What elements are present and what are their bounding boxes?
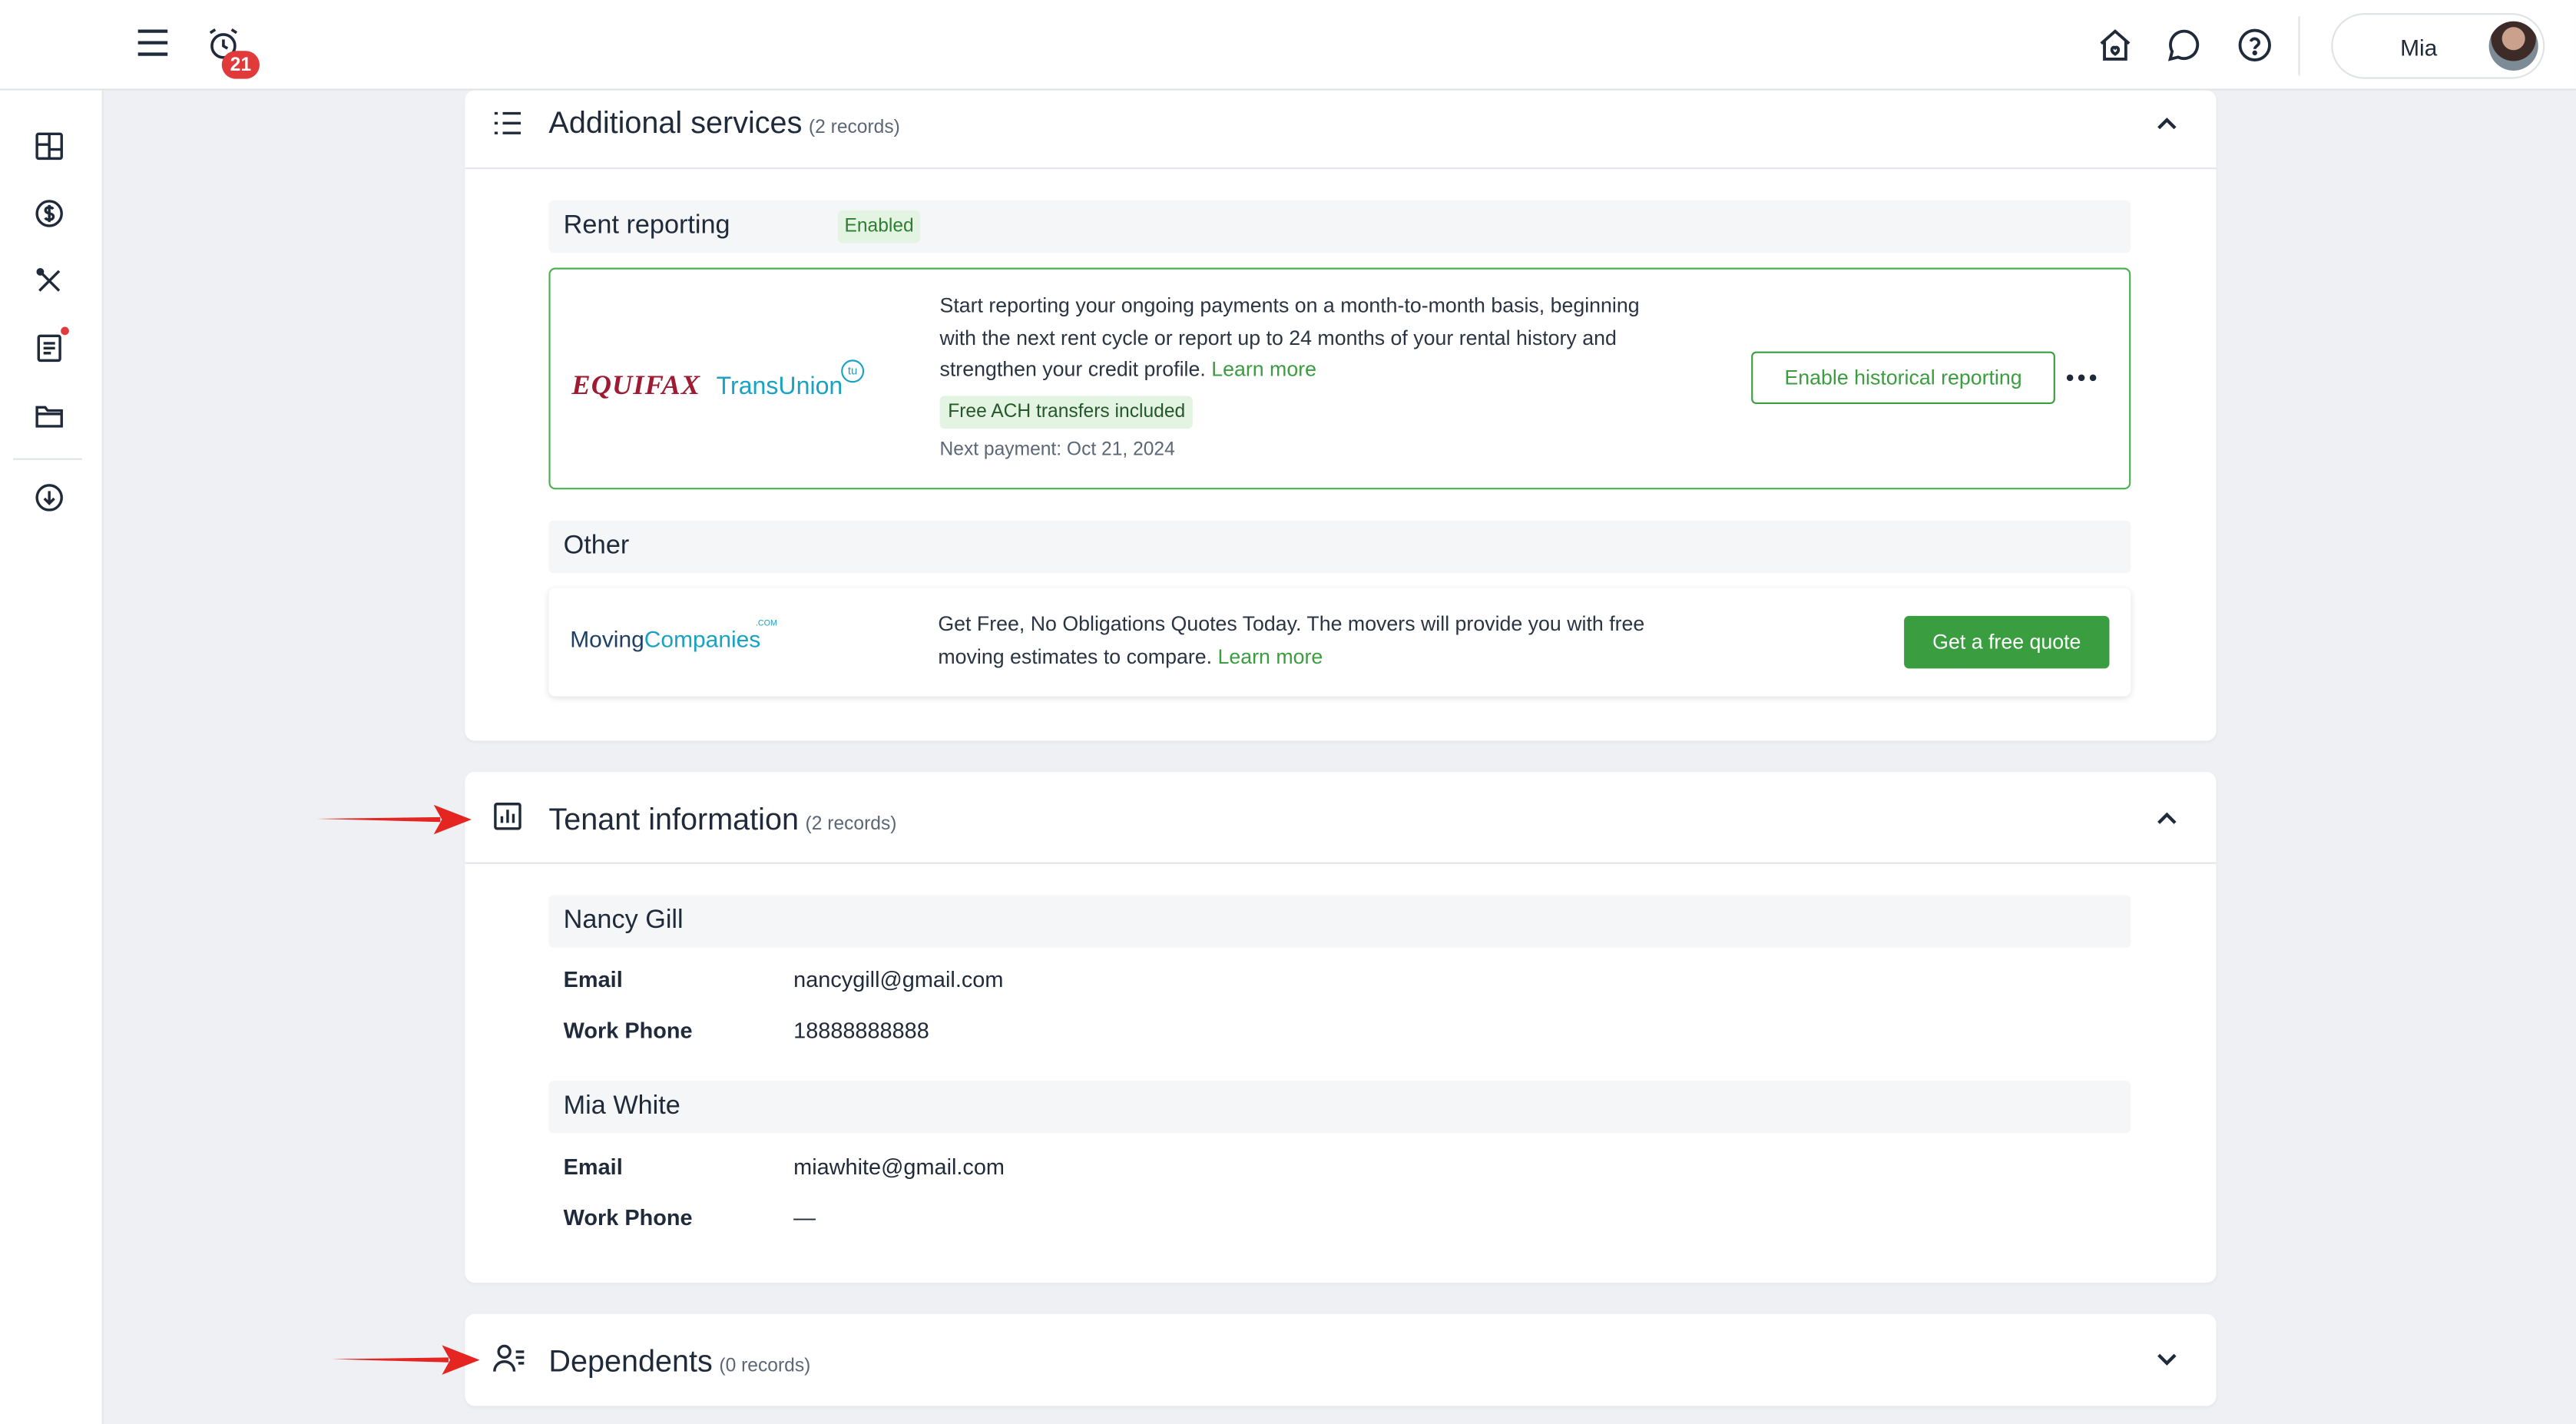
list-icon [493, 108, 526, 141]
cloud-download-icon[interactable] [31, 479, 68, 515]
description-line: Start reporting your ongoing payments on… [939, 293, 1640, 317]
enable-historical-reporting-button[interactable]: Enable historical reporting [1751, 351, 2055, 405]
description-line: moving estimates to compare. Learn more [938, 641, 1727, 674]
folder-icon[interactable] [31, 397, 68, 433]
logo-part: Moving [570, 625, 644, 652]
tenant-name: Mia White [563, 1092, 680, 1121]
top-bar: 21 Mia [0, 0, 2576, 91]
annotation-arrow-icon [332, 1345, 480, 1375]
logo-dotcom: .COM [755, 619, 777, 630]
more-options-icon[interactable] [2064, 369, 2100, 386]
rent-reporting-service: EQUIFAX TransUnion tu Start reporting yo… [548, 267, 2131, 490]
notification-count-badge[interactable]: 21 [221, 51, 260, 79]
notification-dot [61, 326, 69, 336]
header-divider [465, 167, 2217, 170]
rent-reporting-label: Rent reporting [563, 211, 730, 240]
moving-description: Get Free, No Obligations Quotes Today. T… [938, 609, 1727, 673]
description-text: strengthen your credit profile. [939, 358, 1206, 382]
other-label: Other [563, 532, 630, 561]
rent-reporting-bar: Rent reporting Enabled [548, 200, 2131, 253]
email-value: nancygill@gmail.com [793, 967, 1004, 992]
tools-icon[interactable] [31, 263, 68, 299]
dashboard-grid-icon[interactable] [31, 128, 68, 164]
work-phone-label: Work Phone [563, 1018, 693, 1043]
email-label: Email [563, 967, 623, 992]
email-value: miawhite@gmail.com [793, 1154, 1005, 1180]
get-free-quote-button[interactable]: Get a free quote [1904, 615, 2110, 669]
help-circle-icon[interactable] [2236, 26, 2272, 62]
status-badge: Enabled [837, 210, 921, 243]
chevron-up-icon[interactable] [2151, 107, 2184, 140]
tenant-information-header[interactable]: Tenant information (2 records) [465, 772, 2216, 864]
other-bar: Other [548, 520, 2131, 574]
chevron-up-icon[interactable] [2151, 802, 2184, 835]
dependents-card: Dependents (0 records) [465, 1313, 2217, 1406]
rent-reporting-description: Start reporting your ongoing payments on… [940, 290, 1712, 386]
dependents-header[interactable]: Dependents (0 records) [465, 1314, 2216, 1406]
chat-bubble-icon[interactable] [2165, 26, 2201, 62]
work-phone-label: Work Phone [563, 1205, 693, 1230]
home-icon[interactable] [2096, 26, 2132, 62]
dollar-circle-icon[interactable] [31, 195, 68, 231]
user-list-icon [493, 1342, 526, 1375]
work-phone-value: 18888888888 [793, 1018, 929, 1043]
moving-companies-logo: MovingCompanies .COM [570, 619, 777, 652]
user-menu[interactable]: Mia [2331, 13, 2545, 79]
sidebar [0, 0, 104, 1424]
document-list-icon[interactable] [31, 330, 68, 366]
topbar-divider [2298, 16, 2300, 76]
free-ach-badge: Free ACH transfers included [939, 396, 1194, 429]
hamburger-icon[interactable] [134, 25, 171, 61]
dependents-title: Dependents [548, 1343, 713, 1379]
annotation-arrow-icon [316, 804, 472, 835]
record-count: (2 records) [808, 118, 900, 138]
tu-badge: tu [841, 359, 865, 383]
tenant-information-card: Tenant information (2 records) Nancy Gill… [465, 772, 2217, 1283]
section-title: Additional services (2 records) [548, 105, 899, 141]
learn-more-link[interactable]: Learn more [1218, 644, 1323, 667]
description-text: moving estimates to compare. [938, 644, 1213, 668]
sidebar-divider [13, 458, 82, 460]
next-payment-text: Next payment: Oct 21, 2024 [939, 440, 1175, 460]
section-title: Dependents (0 records) [548, 1343, 810, 1379]
equifax-logo: EQUIFAX [571, 369, 701, 401]
record-count: (0 records) [719, 1356, 811, 1376]
additional-services-header[interactable]: Additional services (2 records) [465, 91, 2216, 168]
additional-services-title: Additional services [548, 104, 803, 140]
chart-bar-icon [493, 802, 526, 835]
description-line: strengthen your credit profile. Learn mo… [940, 355, 1712, 387]
learn-more-link[interactable]: Learn more [1211, 358, 1316, 381]
moving-companies-service: MovingCompanies .COM Get Free, No Obliga… [548, 588, 2131, 697]
tenant-name-bar: Nancy Gill [548, 895, 2131, 948]
transunion-logo: TransUnion tu [716, 359, 865, 401]
logo-part: Companies [644, 625, 761, 652]
app-screen: 21 Mia Additional services (2 records) R… [0, 0, 2576, 1424]
description-line: Get Free, No Obligations Quotes Today. T… [938, 612, 1645, 636]
description-line: with the next rent cycle or report up to… [939, 326, 1617, 349]
transunion-wordmark: TransUnion [716, 373, 843, 401]
record-count: (2 records) [805, 814, 897, 835]
avatar[interactable] [2488, 21, 2538, 71]
email-label: Email [563, 1154, 623, 1180]
tenant-name: Nancy Gill [563, 906, 684, 935]
user-name: Mia [2400, 34, 2438, 61]
section-title: Tenant information (2 records) [548, 802, 896, 838]
tenant-information-title: Tenant information [548, 801, 799, 836]
tenant-name-bar: Mia White [548, 1081, 2131, 1134]
work-phone-value: — [793, 1205, 816, 1230]
header-divider [465, 862, 2217, 864]
additional-services-card: Additional services (2 records) Rent repo… [465, 90, 2217, 741]
chevron-down-icon[interactable] [2151, 1342, 2184, 1375]
